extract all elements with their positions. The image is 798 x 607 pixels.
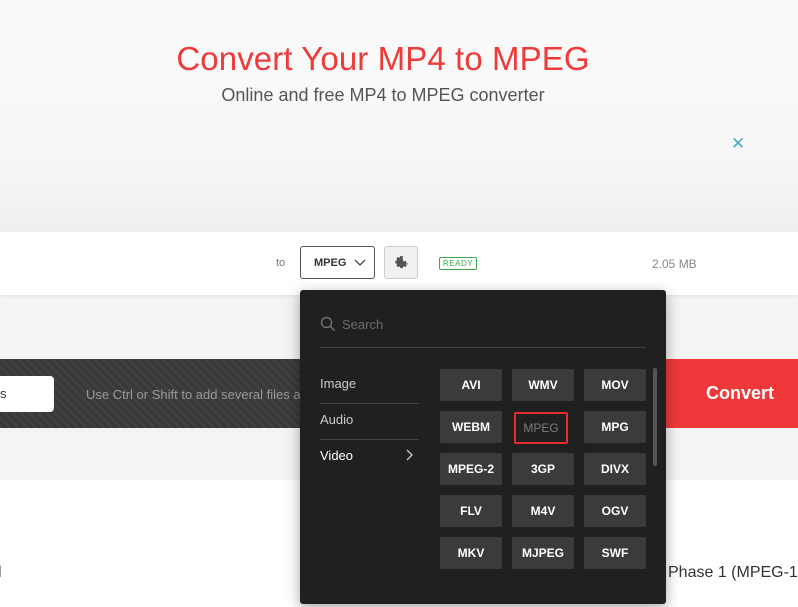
page-subtitle: Online and free MP4 to MPEG converter bbox=[221, 85, 545, 105]
status-badge: READY bbox=[439, 257, 478, 270]
format-description: Phase 1 (MPEG-1) bbox=[668, 564, 798, 581]
add-files-label: s bbox=[0, 386, 7, 401]
lower-left-text: l bbox=[0, 564, 2, 582]
format-option-m4v[interactable]: M4V bbox=[512, 495, 574, 527]
format-option-mov[interactable]: MOV bbox=[584, 369, 646, 401]
hero-section: Convert Your MP4 to MPEG Online and free… bbox=[0, 0, 798, 232]
format-option-mpeg-2[interactable]: MPEG-2 bbox=[440, 453, 502, 485]
category-image[interactable]: Image bbox=[320, 368, 419, 404]
format-search bbox=[320, 308, 646, 348]
format-option-3gp[interactable]: 3GP bbox=[512, 453, 574, 485]
format-option-swf[interactable]: SWF bbox=[584, 537, 646, 569]
format-select[interactable]: MPEG bbox=[300, 246, 375, 279]
category-label: Audio bbox=[320, 412, 354, 427]
page-title: Convert Your MP4 to MPEG bbox=[176, 40, 590, 77]
to-label: to bbox=[276, 257, 286, 269]
category-label: Video bbox=[320, 448, 354, 463]
file-row: to MPEG READY 2.05 MB bbox=[0, 232, 798, 295]
convert-label: Convert bbox=[706, 383, 775, 403]
format-option-mjpeg[interactable]: MJPEG bbox=[512, 537, 574, 569]
format-option-divx[interactable]: DIVX bbox=[584, 453, 646, 485]
format-option-wmv[interactable]: WMV bbox=[512, 369, 574, 401]
format-option-avi[interactable]: AVI bbox=[440, 369, 502, 401]
format-option-mkv[interactable]: MKV bbox=[440, 537, 502, 569]
format-option-mpeg[interactable]: MPEG bbox=[514, 412, 568, 444]
search-input[interactable] bbox=[342, 313, 632, 335]
chevron-down-icon bbox=[353, 255, 367, 272]
close-icon[interactable]: ✕ bbox=[731, 135, 745, 153]
convert-button[interactable]: Convert bbox=[665, 359, 798, 428]
category-label: Image bbox=[320, 376, 357, 391]
scrollbar-thumb[interactable] bbox=[653, 368, 657, 466]
search-icon bbox=[320, 316, 335, 331]
format-dropdown: Image Audio Video AVI WMV MOV WEBM MPEG … bbox=[300, 290, 666, 604]
settings-button[interactable] bbox=[384, 246, 418, 279]
format-select-value: MPEG bbox=[314, 257, 347, 269]
format-option-flv[interactable]: FLV bbox=[440, 495, 502, 527]
format-option-webm[interactable]: WEBM bbox=[440, 411, 502, 443]
add-files-button[interactable]: s bbox=[0, 376, 54, 412]
chevron-right-icon bbox=[404, 449, 414, 464]
format-option-ogv[interactable]: OGV bbox=[584, 495, 646, 527]
gear-icon bbox=[395, 255, 408, 269]
category-video[interactable]: Video bbox=[320, 440, 419, 476]
file-size: 2.05 MB bbox=[652, 257, 697, 271]
format-option-mpg[interactable]: MPG bbox=[584, 411, 646, 443]
multi-select-hint: Use Ctrl or Shift to add several files a bbox=[86, 387, 300, 402]
category-audio[interactable]: Audio bbox=[320, 404, 419, 440]
